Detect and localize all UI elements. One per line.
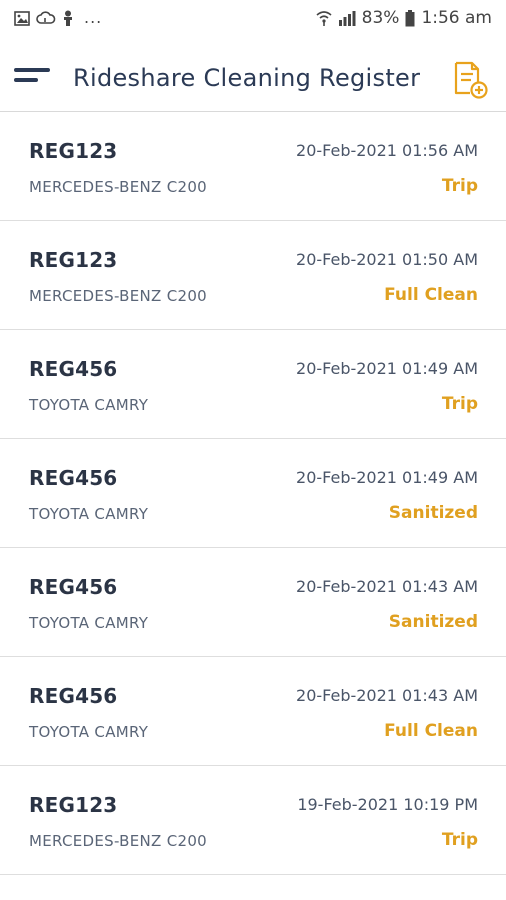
- entry-datetime: 20-Feb-2021 01:56 AM: [296, 141, 478, 160]
- person-notification-icon: [62, 10, 74, 26]
- clock: 1:56 am: [421, 7, 492, 28]
- entry-datetime: 20-Feb-2021 01:43 AM: [296, 686, 478, 705]
- list-item[interactable]: REG456 20-Feb-2021 01:43 AM TOYOTA CAMRY…: [0, 548, 506, 657]
- vehicle-model: TOYOTA CAMRY: [29, 505, 149, 523]
- vehicle-model: TOYOTA CAMRY: [29, 614, 149, 632]
- cleaning-type: Full Clean: [384, 721, 478, 741]
- signal-icon: [338, 10, 356, 26]
- cleaning-type: Sanitized: [388, 612, 478, 632]
- cleaning-type: Trip: [441, 176, 478, 196]
- vehicle-model: MERCEDES-BENZ C200: [29, 287, 208, 305]
- vehicle-model: TOYOTA CAMRY: [29, 396, 149, 414]
- registration-number: REG456: [29, 466, 118, 490]
- registration-number: REG123: [29, 139, 118, 163]
- status-bar-system: 83% 1:56 am: [316, 7, 492, 28]
- add-entry-button[interactable]: [452, 61, 490, 99]
- list-item[interactable]: REG123 20-Feb-2021 01:50 AM MERCEDES-BEN…: [0, 221, 506, 330]
- status-bar-notifications: ...: [14, 10, 102, 26]
- app-bar: Rideshare Cleaning Register: [0, 48, 506, 112]
- cleaning-type: Sanitized: [388, 503, 478, 523]
- entry-datetime: 20-Feb-2021 01:50 AM: [296, 250, 478, 269]
- cleaning-type: Trip: [441, 394, 478, 414]
- menu-button[interactable]: [14, 68, 52, 92]
- registration-number: REG456: [29, 575, 118, 599]
- page-title: Rideshare Cleaning Register: [73, 64, 421, 92]
- cleaning-type: Trip: [441, 830, 478, 850]
- vehicle-model: TOYOTA CAMRY: [29, 723, 149, 741]
- registration-number: REG123: [29, 793, 118, 817]
- registration-number: REG456: [29, 684, 118, 708]
- cleaning-type: Full Clean: [384, 285, 478, 305]
- entry-datetime: 20-Feb-2021 01:49 AM: [296, 468, 478, 487]
- battery-icon: [405, 9, 415, 27]
- image-notification-icon: [14, 10, 30, 26]
- add-document-icon: [454, 61, 488, 99]
- list-item[interactable]: REG456 20-Feb-2021 01:49 AM TOYOTA CAMRY…: [0, 439, 506, 548]
- list-item[interactable]: REG456 20-Feb-2021 01:49 AM TOYOTA CAMRY…: [0, 330, 506, 439]
- more-notifications-indicator: ...: [84, 8, 103, 27]
- list-item[interactable]: REG123 20-Feb-2021 01:56 AM MERCEDES-BEN…: [0, 112, 506, 221]
- vehicle-model: MERCEDES-BENZ C200: [29, 832, 208, 850]
- entry-datetime: 19-Feb-2021 10:19 PM: [297, 795, 478, 814]
- list-item[interactable]: REG123 19-Feb-2021 10:19 PM MERCEDES-BEN…: [0, 766, 506, 875]
- registration-number: REG123: [29, 248, 118, 272]
- wifi-icon: [316, 10, 332, 26]
- status-bar: ... 83% 1:56 am: [0, 0, 506, 36]
- registration-number: REG456: [29, 357, 118, 381]
- list-item[interactable]: REG456 20-Feb-2021 01:43 AM TOYOTA CAMRY…: [0, 657, 506, 766]
- vehicle-model: MERCEDES-BENZ C200: [29, 178, 208, 196]
- menu-icon: [14, 68, 50, 82]
- cleaning-register-list: REG123 20-Feb-2021 01:56 AM MERCEDES-BEN…: [0, 112, 506, 875]
- battery-percent: 83%: [361, 7, 400, 28]
- entry-datetime: 20-Feb-2021 01:43 AM: [296, 577, 478, 596]
- entry-datetime: 20-Feb-2021 01:49 AM: [296, 359, 478, 378]
- cloud-sync-notification-icon: [36, 10, 56, 26]
